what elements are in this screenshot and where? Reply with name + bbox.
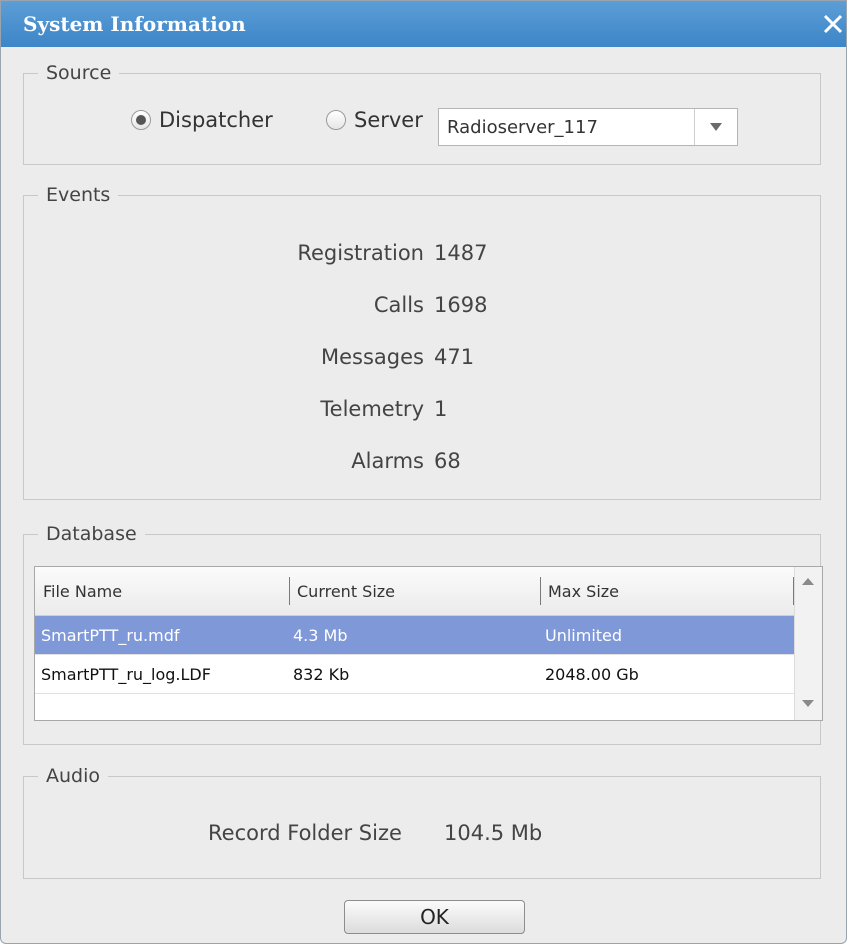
server-label: Server (354, 108, 423, 132)
audio-group: Audio (23, 765, 821, 879)
scroll-up-icon[interactable] (795, 573, 821, 591)
record-folder-size-label: Record Folder Size (208, 821, 402, 845)
current-size-cell: 832 Kb (293, 665, 350, 684)
window-title: System Information (23, 12, 246, 36)
radio-selected-icon (131, 110, 151, 130)
scroll-down-icon[interactable] (795, 694, 821, 712)
column-divider[interactable] (540, 577, 541, 605)
event-value-telemetry: 1 (434, 397, 448, 421)
event-label-telemetry: Telemetry (320, 397, 424, 421)
event-label-alarms: Alarms (351, 449, 424, 473)
events-legend: Events (46, 184, 111, 206)
max-size-cell: 2048.00 Gb (545, 665, 639, 684)
max-size-cell: Unlimited (545, 626, 623, 645)
column-divider[interactable] (289, 577, 290, 605)
database-legend: Database (46, 523, 137, 545)
database-table: File Name Current Size Max Size SmartPTT… (34, 566, 823, 721)
event-value-messages: 471 (434, 345, 475, 369)
dropdown-button[interactable] (694, 109, 737, 145)
file-name-cell: SmartPTT_ru.mdf (41, 626, 180, 645)
audio-legend: Audio (46, 765, 101, 787)
dispatcher-radio[interactable]: Dispatcher (131, 108, 273, 132)
server-select[interactable]: Radioserver_117 (438, 108, 738, 146)
event-value-calls: 1698 (434, 293, 488, 317)
server-radio[interactable]: Server (326, 108, 423, 132)
ok-button[interactable]: OK (344, 900, 525, 934)
dispatcher-label: Dispatcher (159, 108, 273, 132)
column-header-file-name[interactable]: File Name (43, 582, 122, 601)
current-size-cell: 4.3 Mb (293, 626, 348, 645)
event-label-messages: Messages (321, 345, 424, 369)
system-information-dialog: System Information Source Dispatcher Ser… (0, 0, 847, 944)
radio-unselected-icon (326, 110, 346, 130)
record-folder-size-value: 104.5 Mb (444, 821, 543, 845)
event-value-alarms: 68 (434, 449, 461, 473)
column-header-current-size[interactable]: Current Size (297, 582, 395, 601)
server-select-value: Radioserver_117 (447, 117, 598, 138)
file-name-cell: SmartPTT_ru_log.LDF (41, 665, 211, 684)
event-value-registration: 1487 (434, 241, 488, 265)
source-legend: Source (46, 62, 112, 84)
event-label-calls: Calls (373, 293, 424, 317)
event-label-registration: Registration (297, 241, 424, 265)
column-header-max-size[interactable]: Max Size (548, 582, 619, 601)
table-row[interactable]: SmartPTT_ru_log.LDF 832 Kb 2048.00 Gb (35, 655, 795, 694)
chevron-down-icon (710, 123, 722, 131)
vertical-scrollbar[interactable] (794, 567, 822, 720)
table-row[interactable]: SmartPTT_ru.mdf 4.3 Mb Unlimited (35, 616, 795, 655)
close-icon[interactable] (820, 11, 846, 37)
title-bar[interactable]: System Information (1, 1, 846, 47)
table-header: File Name Current Size Max Size (35, 567, 795, 616)
